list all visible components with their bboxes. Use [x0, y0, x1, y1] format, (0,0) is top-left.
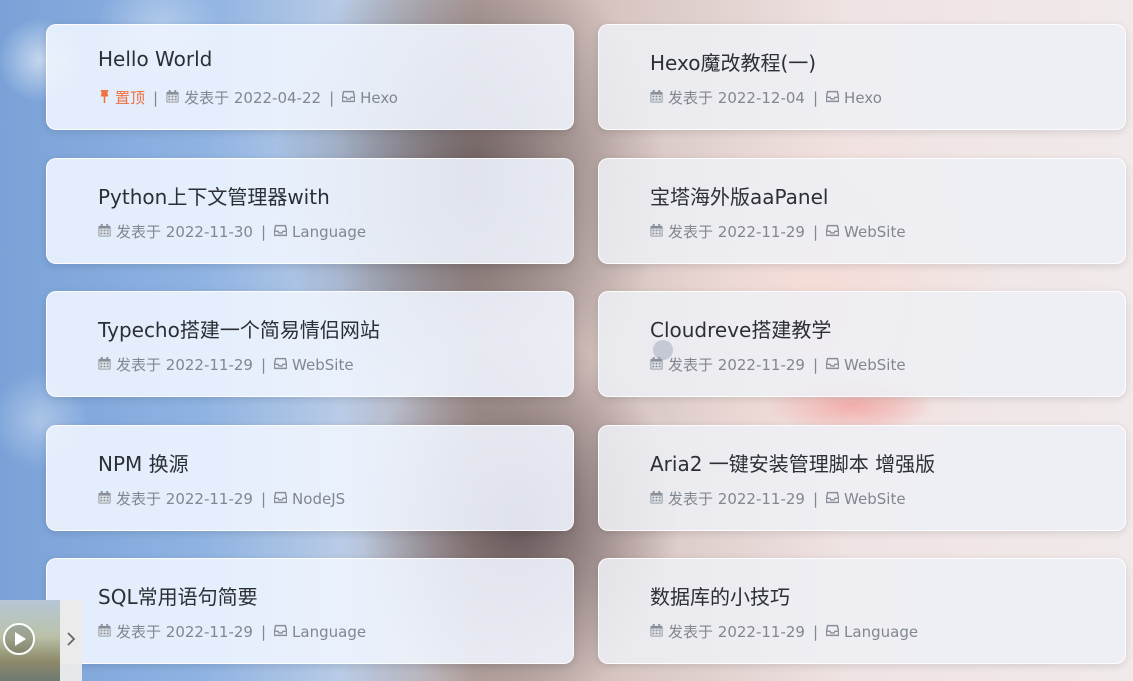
meta-separator: |	[260, 622, 267, 641]
pinned-label: 置顶	[115, 89, 146, 107]
meta-separator: |	[812, 355, 819, 374]
post-card[interactable]: Hexo魔改教程(一) 发表于 2022-12-04 | Hexo	[598, 24, 1126, 130]
post-category-link[interactable]: Hexo	[844, 89, 882, 107]
calendar-icon	[650, 89, 668, 107]
post-title-link[interactable]: 数据库的小技巧	[650, 581, 790, 610]
calendar-icon	[98, 356, 116, 374]
post-title-link[interactable]: Python上下文管理器with	[98, 181, 330, 210]
meta-separator: |	[812, 489, 819, 508]
meta-separator: |	[260, 489, 267, 508]
post-date: 2022-04-22	[233, 88, 322, 107]
post-date: 2022-11-30	[165, 222, 253, 241]
post-category-link[interactable]: Language	[292, 223, 366, 241]
inbox-icon	[826, 89, 844, 107]
date-prefix: 发表于	[116, 356, 162, 374]
inbox-icon	[342, 89, 360, 107]
calendar-icon	[650, 490, 668, 508]
post-category-link[interactable]: WebSite	[844, 223, 906, 241]
post-category-link[interactable]: Hexo	[360, 89, 398, 107]
inbox-icon	[826, 490, 844, 508]
inbox-icon	[274, 223, 292, 241]
inbox-icon	[274, 623, 292, 641]
post-meta: 发表于 2022-11-30 | Language	[98, 221, 366, 242]
thumbtack-icon	[98, 89, 115, 107]
post-meta: 发表于 2022-11-29 | WebSite	[98, 354, 354, 375]
post-card[interactable]: Aria2 一键安装管理脚本 增强版发表于 2022-11-29 | WebSite	[598, 425, 1126, 531]
calendar-icon	[98, 623, 116, 641]
date-prefix: 发表于	[668, 623, 714, 641]
chevron-right-icon	[66, 631, 76, 651]
post-category-link[interactable]: WebSite	[292, 356, 354, 374]
post-date: 2022-11-29	[717, 222, 805, 241]
post-meta: 置顶 | 发表于 2022-04-22 | Hexo	[98, 87, 398, 108]
post-meta: 发表于 2022-12-04 | Hexo	[650, 87, 882, 108]
post-meta: 发表于 2022-11-29 | NodeJS	[98, 488, 345, 509]
post-title-link[interactable]: NPM 换源	[98, 448, 189, 477]
meta-separator: |	[153, 88, 159, 107]
calendar-icon	[166, 89, 184, 107]
post-date: 2022-11-29	[165, 489, 253, 508]
calendar-icon	[650, 623, 668, 641]
meta-separator: |	[260, 222, 267, 241]
date-prefix: 发表于	[668, 223, 714, 241]
meta-separator: |	[812, 622, 819, 641]
post-card[interactable]: 数据库的小技巧发表于 2022-11-29 | Language	[598, 558, 1126, 664]
calendar-icon	[650, 223, 668, 241]
meta-separator: |	[329, 88, 335, 107]
post-title-link[interactable]: 宝塔海外版aaPanel	[650, 181, 828, 210]
calendar-icon	[98, 490, 116, 508]
post-card[interactable]: Cloudreve搭建教学发表于 2022-11-29 | WebSite	[598, 291, 1126, 397]
inbox-icon	[826, 356, 844, 374]
post-meta: 发表于 2022-11-29 | Language	[98, 621, 366, 642]
post-title-link[interactable]: Aria2 一键安装管理脚本 增强版	[650, 448, 935, 477]
date-prefix: 发表于	[116, 623, 162, 641]
post-date: 2022-11-29	[165, 622, 253, 641]
pinned-badge: 置顶	[98, 87, 145, 108]
post-card[interactable]: Typecho搭建一个简易情侣网站发表于 2022-11-29 | WebSite	[46, 291, 574, 397]
calendar-icon	[98, 223, 116, 241]
meta-separator: |	[260, 355, 267, 374]
post-title-link[interactable]: Hello World	[98, 47, 212, 71]
date-prefix: 发表于	[184, 89, 230, 107]
date-prefix: 发表于	[116, 223, 162, 241]
post-category-link[interactable]: WebSite	[844, 490, 906, 508]
post-title-link[interactable]: SQL常用语句简要	[98, 581, 258, 610]
post-date: 2022-11-29	[717, 489, 805, 508]
player-expand-button[interactable]	[60, 600, 82, 681]
post-card[interactable]: NPM 换源发表于 2022-11-29 | NodeJS	[46, 425, 574, 531]
date-prefix: 发表于	[116, 490, 162, 508]
play-icon[interactable]	[2, 622, 36, 656]
post-category-link[interactable]: NodeJS	[292, 490, 345, 508]
inbox-icon	[826, 223, 844, 241]
meta-separator: |	[812, 222, 819, 241]
date-prefix: 发表于	[668, 356, 714, 374]
inbox-icon	[274, 356, 292, 374]
post-title-link[interactable]: Hexo魔改教程(一)	[650, 47, 816, 76]
post-card[interactable]: Hello World 置顶 | 发表于 2022-04-22 | Hexo	[46, 24, 574, 130]
mouse-cursor-indicator	[653, 340, 673, 360]
date-prefix: 发表于	[668, 89, 714, 107]
meta-separator: |	[812, 88, 819, 107]
post-date: 2022-11-29	[165, 355, 253, 374]
post-date: 2022-12-04	[717, 88, 805, 107]
post-meta: 发表于 2022-11-29 | Language	[650, 621, 918, 642]
post-card[interactable]: 宝塔海外版aaPanel 发表于 2022-11-29 | WebSite	[598, 158, 1126, 264]
post-title-link[interactable]: Typecho搭建一个简易情侣网站	[98, 314, 380, 343]
post-meta: 发表于 2022-11-29 | WebSite	[650, 354, 906, 375]
post-list: Hello World 置顶 | 发表于 2022-04-22 | Hexo Hexo魔改教…	[0, 0, 1133, 681]
inbox-icon	[274, 490, 292, 508]
post-card[interactable]: Python上下文管理器with 发表于 2022-11-30 | Language	[46, 158, 574, 264]
post-date: 2022-11-29	[717, 355, 805, 374]
post-card[interactable]: SQL常用语句简要发表于 2022-11-29 | Language	[46, 558, 574, 664]
post-category-link[interactable]: Language	[292, 623, 366, 641]
post-meta: 发表于 2022-11-29 | WebSite	[650, 488, 906, 509]
post-category-link[interactable]: Language	[844, 623, 918, 641]
date-prefix: 发表于	[668, 490, 714, 508]
post-title-link[interactable]: Cloudreve搭建教学	[650, 314, 831, 343]
post-date: 2022-11-29	[717, 622, 805, 641]
post-category-link[interactable]: WebSite	[844, 356, 906, 374]
inbox-icon	[826, 623, 844, 641]
music-player-mini[interactable]	[0, 600, 82, 681]
post-meta: 发表于 2022-11-29 | WebSite	[650, 221, 906, 242]
